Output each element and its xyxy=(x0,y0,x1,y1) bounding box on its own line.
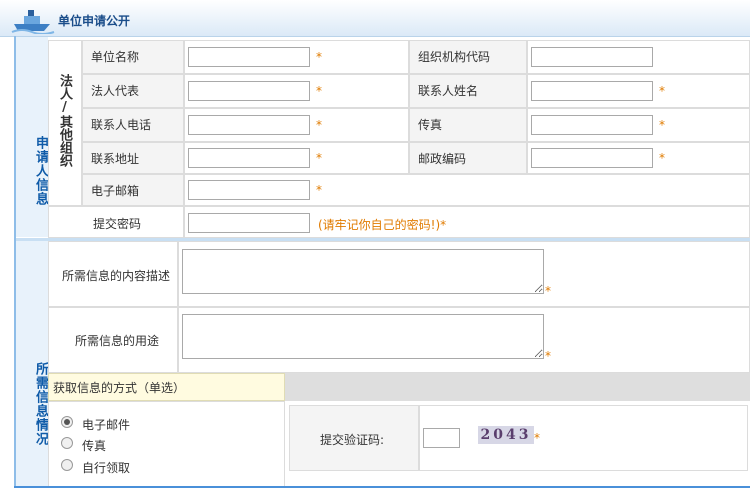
radio-email[interactable] xyxy=(61,416,73,428)
label-password: 提交密码 xyxy=(93,217,142,231)
password-input[interactable] xyxy=(188,213,310,233)
required-star: * xyxy=(316,84,322,98)
required-star: * xyxy=(316,183,322,197)
contact-phone-input[interactable] xyxy=(188,115,310,135)
cell-captcha xyxy=(419,405,748,471)
password-hint: (请牢记你自己的密码!)* xyxy=(318,218,447,232)
required-star: * xyxy=(545,349,551,363)
section-applicant-label: 申请人信息 xyxy=(16,37,48,237)
label-description: 所需信息的内容描述 xyxy=(62,269,171,283)
postcode-input[interactable] xyxy=(531,148,653,168)
required-star: * xyxy=(534,431,540,445)
method-header-fill xyxy=(285,373,750,401)
required-star: * xyxy=(659,118,665,132)
label-purpose: 所需信息的用途 xyxy=(75,334,160,348)
label-org-code: 组织机构代码 xyxy=(409,40,527,74)
section-info-label: 所需信息情况 xyxy=(16,241,48,487)
radio-fax-label: 传真 xyxy=(82,439,107,453)
purpose-textarea[interactable] xyxy=(182,314,544,359)
radio-pickup-label: 自行领取 xyxy=(82,461,131,475)
label-address: 联系地址 xyxy=(82,142,184,174)
fax-input[interactable] xyxy=(531,115,653,135)
method-label: 获取信息的方式（单选） xyxy=(53,381,186,395)
label-fax: 传真 xyxy=(409,108,527,142)
required-star: * xyxy=(659,84,665,98)
label-contact-phone: 联系人电话 xyxy=(82,108,184,142)
label-postcode: 邮政编码 xyxy=(409,142,527,174)
radio-email-label: 电子邮件 xyxy=(82,418,131,432)
page-header: 单位申请公开 xyxy=(0,0,750,37)
radio-fax[interactable] xyxy=(61,437,73,449)
required-star: * xyxy=(316,50,322,64)
required-star: * xyxy=(659,151,665,165)
org-name-input[interactable] xyxy=(188,47,310,67)
group-label-text: 法人/其他组织 xyxy=(57,74,72,167)
captcha-input[interactable] xyxy=(423,428,460,448)
label-org-name: 单位名称 xyxy=(82,40,184,74)
ship-icon xyxy=(11,10,55,34)
captcha-image[interactable]: 2043 xyxy=(478,426,534,444)
label-email: 电子邮箱 xyxy=(82,174,184,206)
label-legal-rep: 法人代表 xyxy=(82,74,184,108)
label-contact-name: 联系人姓名 xyxy=(409,74,527,108)
page-title: 单位申请公开 xyxy=(58,14,131,28)
contact-name-input[interactable] xyxy=(531,81,653,101)
required-star: * xyxy=(545,284,551,298)
captcha-label: 提交验证码: xyxy=(320,433,385,447)
email-input[interactable] xyxy=(188,180,310,200)
address-input[interactable] xyxy=(188,148,310,168)
legal-rep-input[interactable] xyxy=(188,81,310,101)
required-star: * xyxy=(316,118,322,132)
required-star: * xyxy=(316,151,322,165)
description-textarea[interactable] xyxy=(182,249,544,294)
radio-pickup[interactable] xyxy=(61,459,73,471)
org-code-input[interactable] xyxy=(531,47,653,67)
